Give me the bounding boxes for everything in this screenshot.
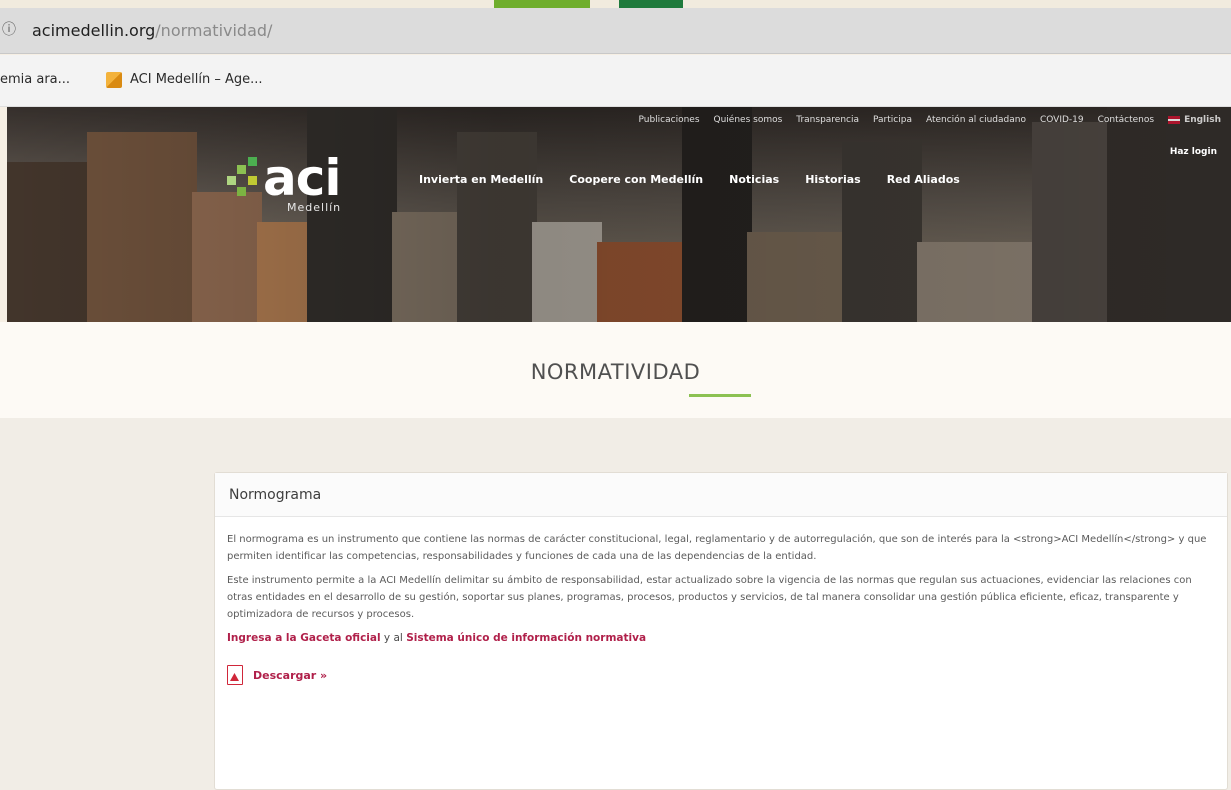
logo-square bbox=[248, 157, 257, 166]
uk-flag-icon bbox=[1168, 116, 1181, 124]
utility-nav-item[interactable]: Atención al ciudadano bbox=[926, 115, 1026, 125]
utility-nav-item[interactable]: Transparencia bbox=[796, 115, 859, 125]
utility-nav: Publicaciones Quiénes somos Transparenci… bbox=[638, 115, 1221, 125]
card-paragraph: Este instrumento permite a la ACI Medell… bbox=[227, 575, 1192, 620]
main-nav-item[interactable]: Noticias bbox=[725, 171, 783, 188]
main-nav-item[interactable]: Red Aliados bbox=[883, 171, 964, 188]
url-text[interactable]: acimedellin.org/normatividad/ bbox=[32, 20, 272, 42]
logo-square bbox=[227, 176, 236, 185]
utility-nav-item[interactable]: Publicaciones bbox=[638, 115, 699, 125]
logo-square bbox=[237, 187, 246, 196]
utility-nav-item[interactable]: Participa bbox=[873, 115, 912, 125]
bookmarks-bar: emia ara... ACI Medellín – Age... bbox=[0, 55, 1231, 107]
language-label: English bbox=[1184, 115, 1221, 125]
content-area: Normograma El normograma es un instrumen… bbox=[0, 418, 1231, 790]
main-nav-item[interactable]: Invierta en Medellín bbox=[415, 171, 547, 188]
bookmark-label: emia ara... bbox=[0, 72, 71, 87]
title-band: NORMATIVIDAD bbox=[0, 322, 1231, 418]
utility-nav-item[interactable]: Contáctenos bbox=[1098, 115, 1154, 125]
tab-fragment-green[interactable] bbox=[494, 0, 590, 8]
main-nav-item[interactable]: Coopere con Medellín bbox=[565, 171, 707, 188]
window-top-strip bbox=[0, 0, 1231, 8]
card-paragraph: El normograma es un instrumento que cont… bbox=[227, 534, 1207, 562]
title-underline bbox=[689, 394, 751, 397]
address-bar[interactable]: ⓘ acimedellin.org/normatividad/ bbox=[0, 8, 1231, 54]
sistema-unico-link[interactable]: Sistema único de información normativa bbox=[406, 632, 646, 644]
main-nav-item[interactable]: Historias bbox=[801, 171, 865, 188]
download-link[interactable]: Descargar » bbox=[227, 665, 1213, 685]
card-header: Normograma bbox=[215, 473, 1227, 517]
tab-fragment-darkgreen[interactable] bbox=[619, 0, 683, 8]
login-link[interactable]: Haz login bbox=[1170, 147, 1217, 157]
utility-nav-item[interactable]: COVID-19 bbox=[1040, 115, 1084, 125]
logo-subtitle: Medellín bbox=[287, 201, 342, 214]
pdf-icon bbox=[227, 665, 243, 685]
language-switch[interactable]: English bbox=[1168, 115, 1221, 125]
gaceta-oficial-link[interactable]: Ingresa a la Gaceta oficial bbox=[227, 632, 381, 644]
url-domain: acimedellin.org bbox=[32, 21, 156, 40]
url-path: /normatividad/ bbox=[155, 21, 273, 40]
card-body: El normograma es un instrumento que cont… bbox=[215, 517, 1227, 685]
links-line: Ingresa a la Gaceta oficial y al Sistema… bbox=[227, 630, 1213, 647]
aci-logo[interactable]: aci Medellín bbox=[227, 149, 367, 219]
bookmark-favicon-icon bbox=[106, 72, 122, 88]
links-joiner: y al bbox=[380, 632, 407, 644]
main-nav: Invierta en Medellín Coopere con Medellí… bbox=[415, 171, 964, 188]
bookmark-item[interactable]: emia ara... bbox=[0, 70, 70, 90]
hero-overlay bbox=[7, 107, 1231, 322]
page-title: NORMATIVIDAD bbox=[530, 360, 701, 384]
hero-banner: aci Medellín Publicaciones Quiénes somos… bbox=[7, 107, 1231, 322]
normograma-card: Normograma El normograma es un instrumen… bbox=[214, 472, 1228, 790]
site-info-icon[interactable]: ⓘ bbox=[2, 21, 16, 39]
logo-square bbox=[248, 176, 257, 185]
bookmark-item[interactable]: ACI Medellín – Age... bbox=[106, 70, 263, 90]
logo-text: aci bbox=[263, 149, 342, 207]
utility-nav-item[interactable]: Quiénes somos bbox=[714, 115, 783, 125]
download-label: Descargar » bbox=[253, 668, 328, 682]
logo-square bbox=[237, 165, 246, 174]
bookmark-label: ACI Medellín – Age... bbox=[130, 72, 263, 87]
